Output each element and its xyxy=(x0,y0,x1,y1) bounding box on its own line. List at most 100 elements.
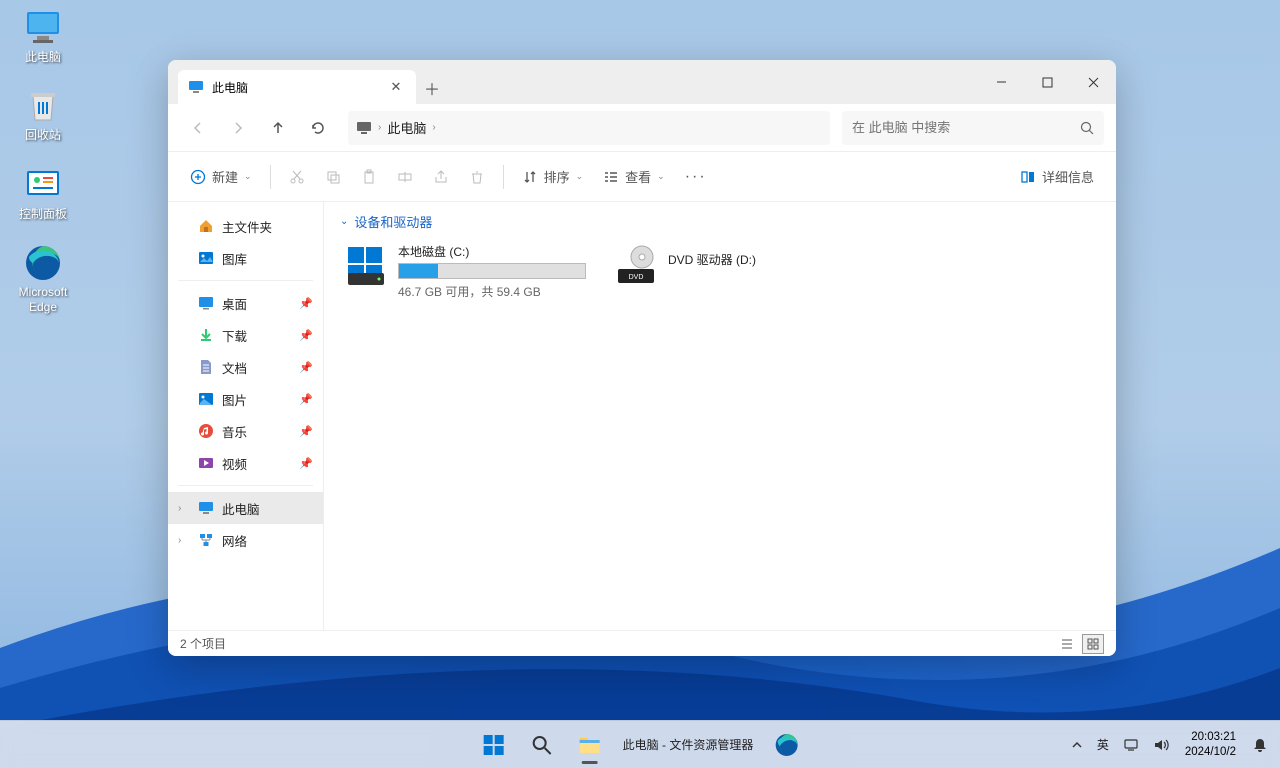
tab-close-button[interactable]: ✕ xyxy=(386,77,406,97)
view-button[interactable]: 查看 ⌄ xyxy=(595,160,673,194)
sidebar-item-desktop[interactable]: 桌面 📌 xyxy=(168,287,323,319)
sidebar-item-this-pc[interactable]: › 此电脑 xyxy=(168,492,323,524)
chevron-up-icon xyxy=(1071,739,1083,751)
notifications-button[interactable] xyxy=(1246,725,1274,765)
sidebar-item-network[interactable]: › 网络 xyxy=(168,524,323,556)
group-header-label: 设备和驱动器 xyxy=(354,212,432,231)
sort-button[interactable]: 排序 ⌄ xyxy=(514,160,592,194)
copy-button[interactable] xyxy=(317,160,349,194)
pin-icon: 📌 xyxy=(299,297,313,310)
breadcrumb-segment[interactable]: 此电脑 xyxy=(387,118,426,137)
home-icon xyxy=(198,218,214,234)
tab-this-pc[interactable]: 此电脑 ✕ xyxy=(178,70,416,104)
refresh-button[interactable] xyxy=(300,110,336,146)
pin-icon: 📌 xyxy=(299,329,313,342)
share-icon xyxy=(433,169,449,185)
close-button[interactable] xyxy=(1070,60,1116,104)
desktop-icon-label: 此电脑 xyxy=(25,50,61,64)
pin-icon: 📌 xyxy=(299,361,313,374)
sort-icon xyxy=(522,169,538,185)
chevron-right-icon[interactable]: › xyxy=(178,535,181,546)
new-button[interactable]: 新建 ⌄ xyxy=(182,160,260,194)
file-explorer-icon xyxy=(578,733,602,757)
details-icon xyxy=(1020,169,1036,185)
chevron-right-icon[interactable]: › xyxy=(178,503,181,514)
sidebar-item-videos[interactable]: 视频 📌 xyxy=(168,447,323,479)
search-input[interactable] xyxy=(852,120,1072,135)
sidebar-item-documents[interactable]: 文档 📌 xyxy=(168,351,323,383)
chevron-down-icon: ⌄ xyxy=(244,171,252,182)
start-button[interactable] xyxy=(473,724,515,766)
delete-button[interactable] xyxy=(461,160,493,194)
drive-d[interactable]: DVD DVD 驱动器 (D:) xyxy=(610,239,860,304)
new-label: 新建 xyxy=(212,167,238,186)
status-item-count: 2 个项目 xyxy=(180,635,226,652)
clock[interactable]: 20:03:21 2024/10/2 xyxy=(1177,730,1244,759)
drive-icon xyxy=(344,243,388,287)
taskbar[interactable]: 此电脑 - 文件资源管理器 英 20:03:21 2024/10/2 xyxy=(0,720,1280,768)
svg-text:DVD: DVD xyxy=(629,274,644,281)
recycle-bin-icon xyxy=(23,86,63,126)
copy-icon xyxy=(325,169,341,185)
sidebar-label: 下载 xyxy=(222,326,247,345)
document-icon xyxy=(198,359,214,375)
forward-button[interactable] xyxy=(220,110,256,146)
view-label: 查看 xyxy=(625,167,651,186)
drive-c[interactable]: 本地磁盘 (C:) 46.7 GB 可用，共 59.4 GB xyxy=(340,239,590,304)
sort-label: 排序 xyxy=(544,167,570,186)
share-button[interactable] xyxy=(425,160,457,194)
tray-overflow-button[interactable] xyxy=(1065,725,1089,765)
titlebar[interactable]: 此电脑 ✕ ＋ xyxy=(168,60,1116,104)
desktop-icon-edge[interactable]: Microsoft Edge xyxy=(8,243,78,314)
search-button[interactable] xyxy=(521,724,563,766)
sidebar-item-music[interactable]: 音乐 📌 xyxy=(168,415,323,447)
sidebar-label: 文档 xyxy=(222,358,247,377)
sidebar-item-home[interactable]: 主文件夹 xyxy=(168,210,323,242)
sidebar-item-gallery[interactable]: 图库 xyxy=(168,242,323,274)
taskbar-item-explorer[interactable] xyxy=(569,724,611,766)
taskbar-window-label[interactable]: 此电脑 - 文件资源管理器 xyxy=(617,736,760,753)
cut-icon xyxy=(289,169,305,185)
monitor-icon xyxy=(356,120,372,136)
volume-tray-icon[interactable] xyxy=(1147,725,1175,765)
new-tab-button[interactable]: ＋ xyxy=(416,72,448,104)
drive-capacity-bar xyxy=(398,263,586,279)
sidebar-label: 桌面 xyxy=(222,294,247,313)
sidebar-item-pictures[interactable]: 图片 📌 xyxy=(168,383,323,415)
chevron-down-icon: ⌄ xyxy=(576,171,584,182)
desktop-icon-recycle-bin[interactable]: 回收站 xyxy=(8,86,78,142)
separator xyxy=(503,165,504,189)
time-text: 20:03:21 xyxy=(1191,730,1236,744)
maximize-button[interactable] xyxy=(1024,60,1070,104)
taskbar-item-edge[interactable] xyxy=(765,724,807,766)
date-text: 2024/10/2 xyxy=(1185,745,1236,759)
view-details-button[interactable] xyxy=(1056,634,1078,654)
computer-icon xyxy=(1123,737,1139,753)
paste-button[interactable] xyxy=(353,160,385,194)
minimize-button[interactable] xyxy=(978,60,1024,104)
sidebar-item-downloads[interactable]: 下载 📌 xyxy=(168,319,323,351)
details-label: 详细信息 xyxy=(1042,167,1094,186)
rename-button[interactable] xyxy=(389,160,421,194)
ime-indicator[interactable]: 英 xyxy=(1091,725,1115,765)
group-header-devices[interactable]: ⌄ 设备和驱动器 xyxy=(340,212,1100,231)
network-tray-icon[interactable] xyxy=(1117,725,1145,765)
rename-icon xyxy=(397,169,413,185)
breadcrumb[interactable]: › 此电脑 › xyxy=(348,111,830,145)
bell-icon xyxy=(1252,737,1268,753)
sidebar-label: 网络 xyxy=(222,531,247,550)
search-box[interactable] xyxy=(842,111,1104,145)
desktop-icon-control-panel[interactable]: 控制面板 xyxy=(8,165,78,221)
details-pane-button[interactable]: 详细信息 xyxy=(1012,160,1102,194)
back-button[interactable] xyxy=(180,110,216,146)
desktop-icon-this-pc[interactable]: 此电脑 xyxy=(8,8,78,64)
paste-icon xyxy=(361,169,377,185)
dvd-drive-icon: DVD xyxy=(614,243,658,287)
cut-button[interactable] xyxy=(281,160,313,194)
more-button[interactable]: ··· xyxy=(677,160,715,194)
sidebar-label: 此电脑 xyxy=(222,499,260,518)
speaker-icon xyxy=(1153,737,1169,753)
content-pane[interactable]: ⌄ 设备和驱动器 本地磁盘 (C:) 46.7 GB 可用，共 59.4 GB xyxy=(324,202,1116,630)
up-button[interactable] xyxy=(260,110,296,146)
view-tiles-button[interactable] xyxy=(1082,634,1104,654)
